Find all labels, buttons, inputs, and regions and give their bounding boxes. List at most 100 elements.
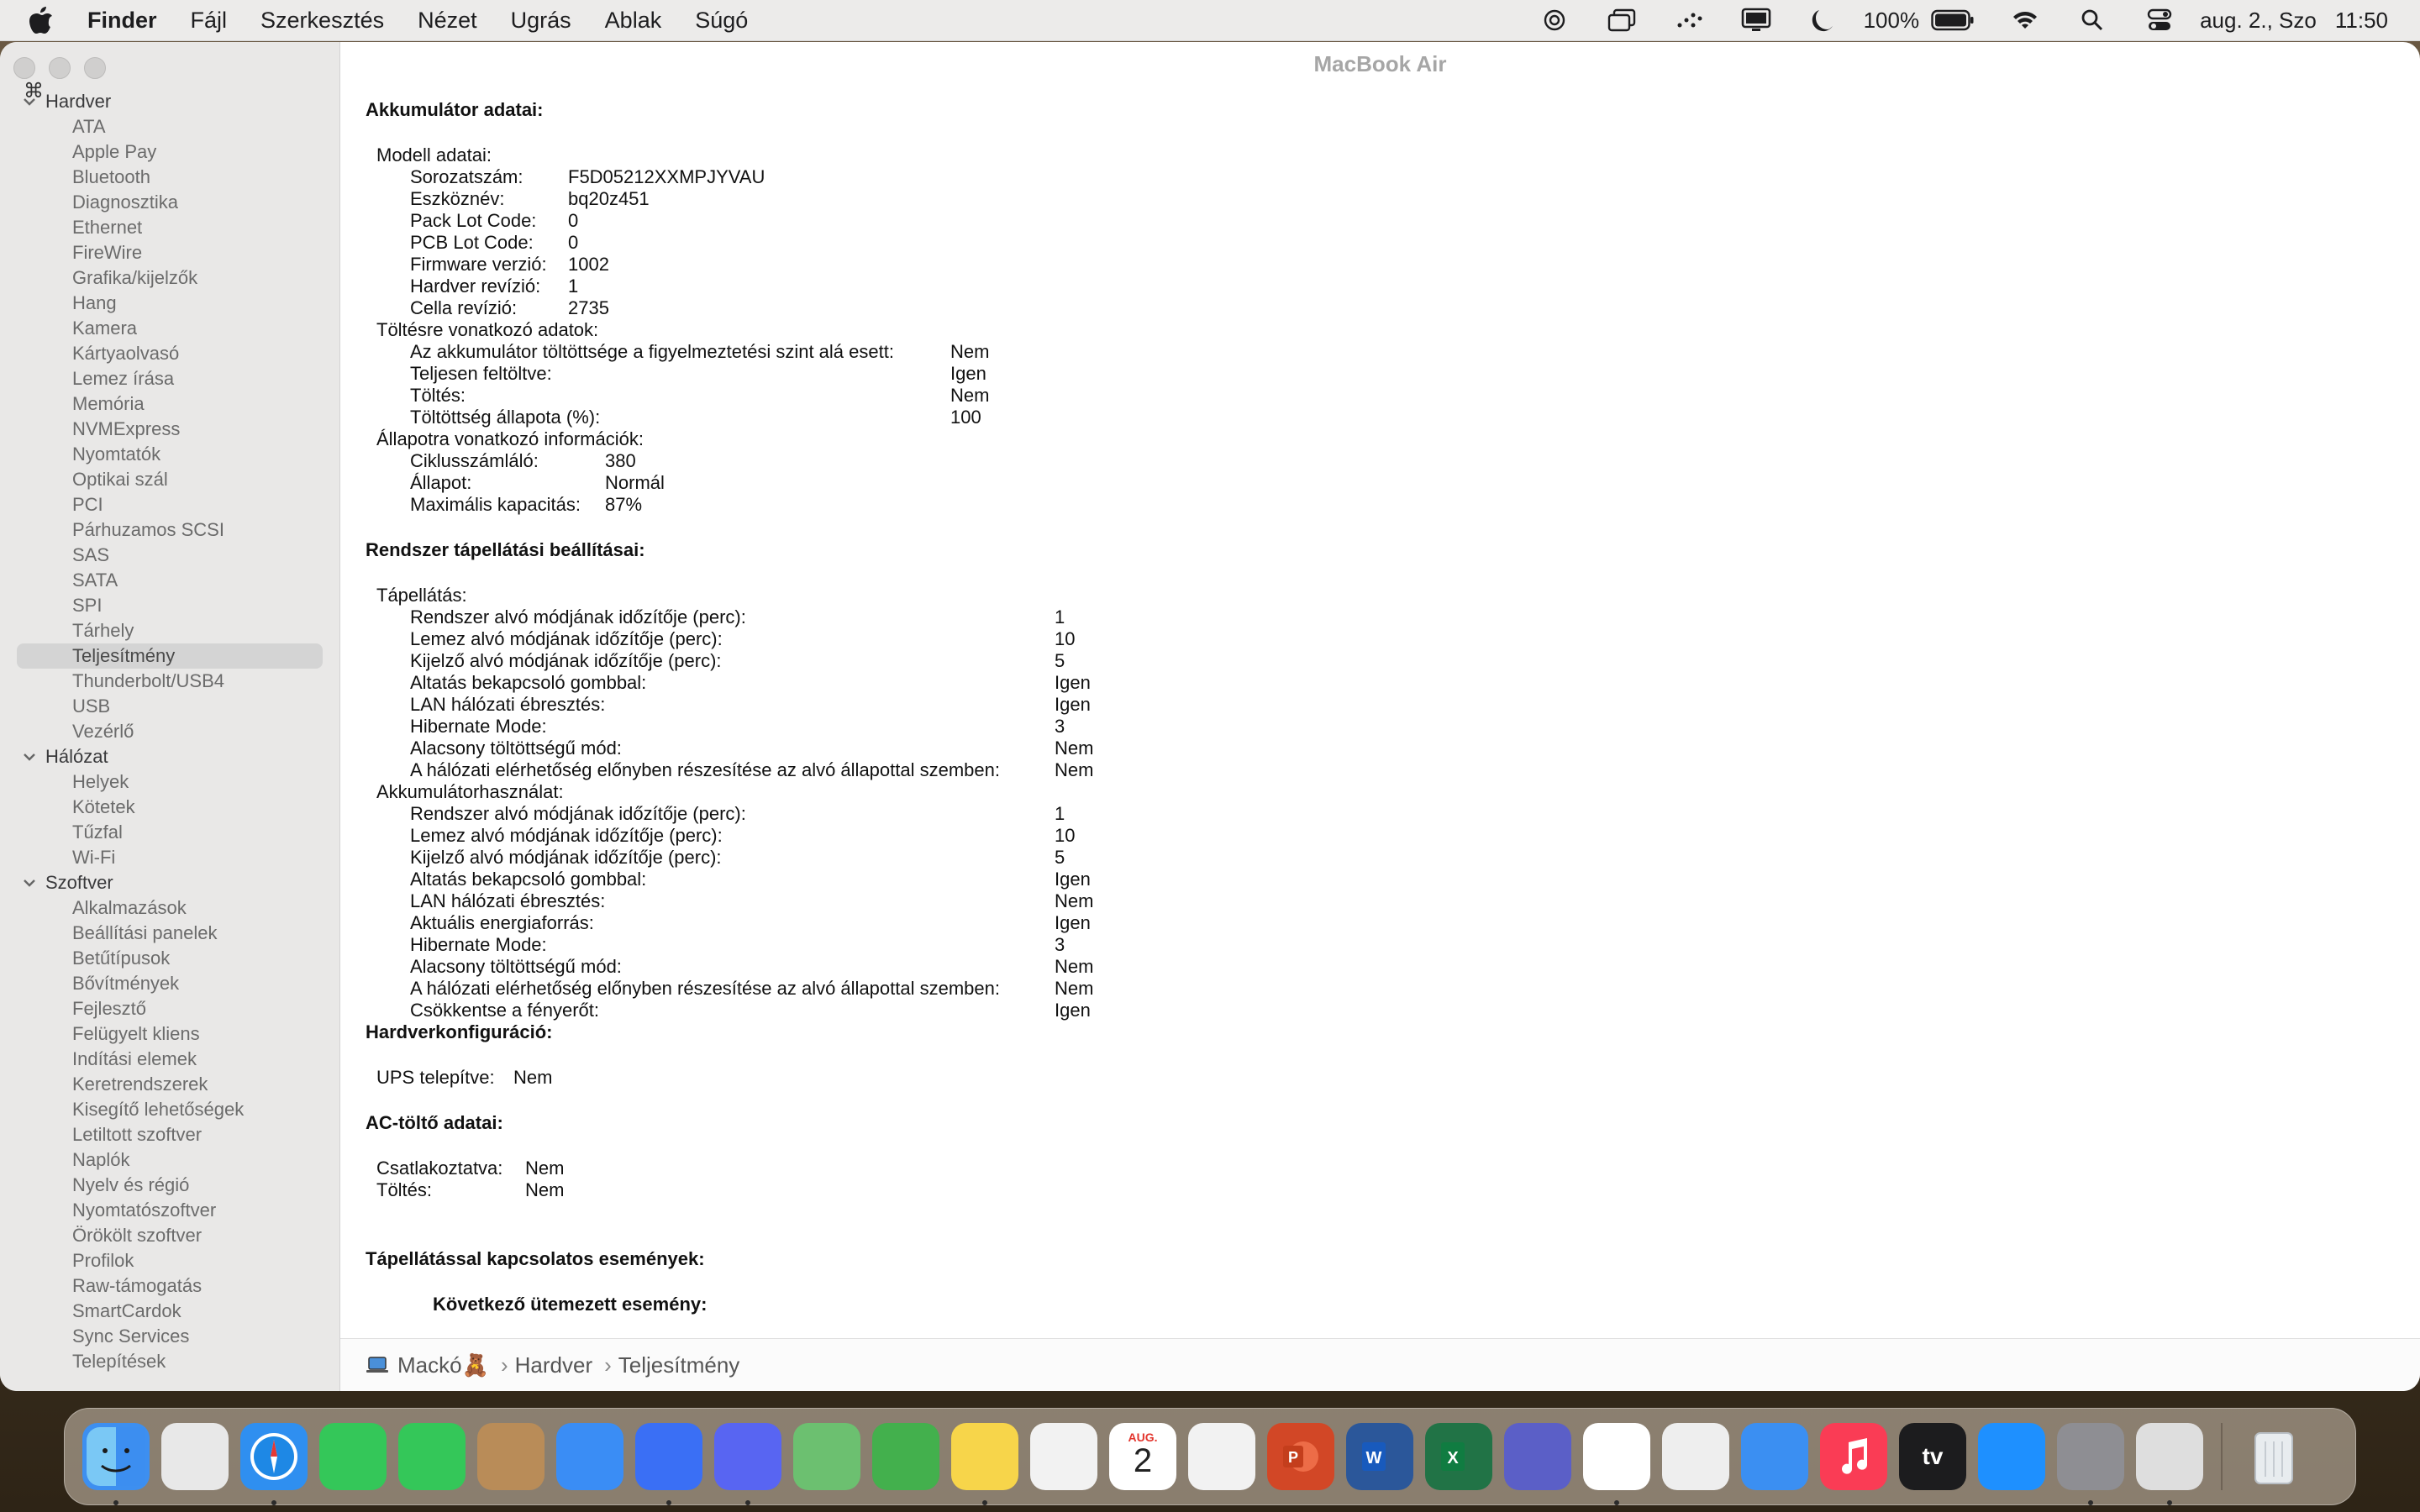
sidebar-item-helyek[interactable]: Helyek (0, 769, 339, 795)
sidebar-item-lemez-irasa[interactable]: Lemez írása (0, 366, 339, 391)
dock-contacts-icon[interactable] (477, 1423, 544, 1490)
chevron-down-icon[interactable] (20, 748, 39, 766)
display-icon[interactable] (1739, 3, 1773, 37)
sidebar-item-inditasi-elemek[interactable]: Indítási elemek (0, 1047, 339, 1072)
dock-messenger-icon[interactable] (635, 1423, 702, 1505)
chevron-down-icon[interactable] (20, 92, 39, 111)
sidebar-item-memoria[interactable]: Memória (0, 391, 339, 417)
wifi-icon[interactable] (2008, 3, 2042, 37)
sidebar-item-grafika-kijelzok[interactable]: Grafika/kijelzők (0, 265, 339, 291)
report-content[interactable]: Akkumulátor adatai: Modell adatai: Sorozat… (340, 86, 2420, 1339)
control-center-icon[interactable] (2143, 3, 2176, 37)
sidebar-item-vezerlo[interactable]: Vezérlő (0, 719, 339, 744)
dock-apple-tv-icon[interactable]: tv (1899, 1423, 1966, 1490)
dock-system-information-icon[interactable] (2136, 1423, 2203, 1505)
sidebar-item-bovitmenyek[interactable]: Bővítmények (0, 971, 339, 996)
sidebar-item-ata[interactable]: ATA (0, 114, 339, 139)
sidebar-item-tarhely[interactable]: Tárhely (0, 618, 339, 643)
dock-finder-icon[interactable] (82, 1423, 150, 1505)
sidebar-item-beallitasi-panelek[interactable]: Beállítási panelek (0, 921, 339, 946)
sidebar-group-szoftver[interactable]: Szoftver (0, 870, 339, 895)
path-item-hardware[interactable]: Hardver (515, 1352, 592, 1378)
sidebar-item-sata[interactable]: SATA (0, 568, 339, 593)
dock-freeform-icon[interactable] (1188, 1423, 1255, 1490)
dock-safari-icon[interactable] (240, 1423, 308, 1505)
menu-help[interactable]: Súgó (678, 0, 765, 40)
path-item-performance[interactable]: Teljesítmény (618, 1352, 740, 1378)
dock-teams-icon[interactable] (1504, 1423, 1571, 1490)
sidebar-item-tuzfal[interactable]: Tűzfal (0, 820, 339, 845)
sidebar-item-kotetek[interactable]: Kötetek (0, 795, 339, 820)
dock-music-icon[interactable] (1820, 1423, 1887, 1490)
dock-facetime-icon[interactable] (319, 1423, 387, 1490)
dock-system-settings-icon[interactable] (2057, 1423, 2124, 1505)
menu-view[interactable]: Nézet (401, 0, 494, 40)
sidebar-item-nyomtatok[interactable]: Nyomtatók (0, 442, 339, 467)
stage-manager-icon[interactable] (1605, 3, 1639, 37)
sidebar-item-betutipusok[interactable]: Betűtípusok (0, 946, 339, 971)
sidebar-item-usb[interactable]: USB (0, 694, 339, 719)
dock-weather-icon[interactable] (1741, 1423, 1808, 1490)
sidebar-item-bluetooth[interactable]: Bluetooth (0, 165, 339, 190)
sidebar-item-kartyaolvaso[interactable]: Kártyaolvasó (0, 341, 339, 366)
sidebar-item-wi-fi[interactable]: Wi-Fi (0, 845, 339, 870)
sidebar-item-kamera[interactable]: Kamera (0, 316, 339, 341)
sidebar-item-sas[interactable]: SAS (0, 543, 339, 568)
sidebar-item-smartcardok[interactable]: SmartCardok (0, 1299, 339, 1324)
sidebar-item-spi[interactable]: SPI (0, 593, 339, 618)
menu-clock[interactable]: 11:50 (2335, 8, 2388, 34)
dock-word-icon[interactable]: W (1346, 1423, 1413, 1490)
sidebar-item-telepitesek[interactable]: Telepítések (0, 1349, 339, 1374)
sidebar-item-fejleszto[interactable]: Fejlesztő (0, 996, 339, 1021)
sidebar-item-felugyelt-kliens[interactable]: Felügyelt kliens (0, 1021, 339, 1047)
dock-chatgpt-icon[interactable] (1583, 1423, 1650, 1505)
sidebar-item-nyelv-es-regio[interactable]: Nyelv és régió (0, 1173, 339, 1198)
sidebar-item-nyomtatoszoftver[interactable]: Nyomtatószoftver (0, 1198, 339, 1223)
battery-icon[interactable] (1931, 3, 1975, 37)
sidebar-item-parhuzamos-scsi[interactable]: Párhuzamos SCSI (0, 517, 339, 543)
minimize-button[interactable] (49, 57, 71, 79)
menu-go[interactable]: Ugrás (494, 0, 588, 40)
dock-notes-icon[interactable] (951, 1423, 1018, 1505)
sidebar-item-firewire[interactable]: FireWire (0, 240, 339, 265)
chatgpt-status-icon[interactable] (1538, 3, 1571, 37)
menu-window[interactable]: Ablak (588, 0, 679, 40)
apple-logo-icon[interactable] (27, 4, 55, 36)
sidebar-item-ethernet[interactable]: Ethernet (0, 215, 339, 240)
dock-find-my-icon[interactable] (872, 1423, 939, 1490)
dock-trash-icon[interactable] (2240, 1423, 2307, 1490)
sidebar-item-keretrendszerek[interactable]: Keretrendszerek (0, 1072, 339, 1097)
dock-powerpoint-icon[interactable]: P (1267, 1423, 1334, 1490)
sidebar-item-pci[interactable]: PCI (0, 492, 339, 517)
menu-edit[interactable]: Szerkesztés (244, 0, 401, 40)
moon-icon[interactable] (1807, 3, 1840, 37)
chevron-down-icon[interactable] (20, 874, 39, 892)
dock-photos-icon[interactable] (1030, 1423, 1097, 1490)
sidebar-item-nvmexpress[interactable]: NVMExpress (0, 417, 339, 442)
dock-launchpad-icon[interactable] (161, 1423, 229, 1490)
sidebar-item-orokolt-szoftver[interactable]: Örökölt szoftver (0, 1223, 339, 1248)
sidebar-item-hang[interactable]: Hang (0, 291, 339, 316)
sidebar-item-sync-services[interactable]: Sync Services (0, 1324, 339, 1349)
dock-print-center-icon[interactable] (1662, 1423, 1729, 1490)
menu-finder[interactable]: Finder (81, 0, 174, 40)
search-icon[interactable] (2075, 3, 2109, 37)
sidebar-item-teljesitmeny[interactable]: Teljesítmény (17, 643, 323, 669)
sidebar-item-kisegito-lehetosegek[interactable]: Kisegítő lehetőségek (0, 1097, 339, 1122)
sidebar-group-hardver[interactable]: Hardver (0, 89, 339, 114)
dock-calendar-icon[interactable]: AUG. 2 (1109, 1423, 1176, 1490)
sidebar-item-profilok[interactable]: Profilok (0, 1248, 339, 1273)
menu-date[interactable]: aug. 2., Szo (2200, 8, 2317, 34)
close-button[interactable] (13, 57, 35, 79)
dock-excel-icon[interactable]: X (1425, 1423, 1492, 1490)
sidebar-item-letiltott-szoftver[interactable]: Letiltott szoftver (0, 1122, 339, 1147)
sidebar-item-alkalmazasok[interactable]: Alkalmazások (0, 895, 339, 921)
sidebar-item-thunderbolt-usb4[interactable]: Thunderbolt/USB4 (0, 669, 339, 694)
dock-discord-icon[interactable] (714, 1423, 781, 1505)
sidebar-item-diagnosztika[interactable]: Diagnosztika (0, 190, 339, 215)
sidebar-group-halozat[interactable]: Hálózat (0, 744, 339, 769)
dock-messages-icon[interactable] (398, 1423, 466, 1490)
sidebar-item-apple-pay[interactable]: Apple Pay (0, 139, 339, 165)
path-item-computer[interactable]: Mackó🧸 (397, 1352, 489, 1378)
dock-app-store-icon[interactable] (1978, 1423, 2045, 1490)
